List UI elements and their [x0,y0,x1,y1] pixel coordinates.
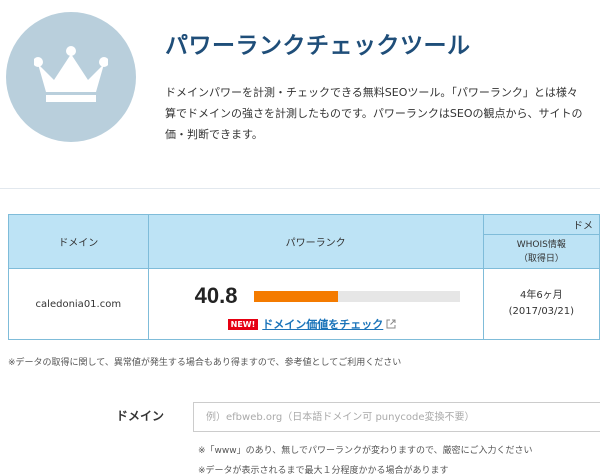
power-rank-table: ドメイン パワーランク ドメ WHOIS情報 （取得日） caledonia01… [8,214,600,340]
whois-header-sub: （取得日） [518,253,564,264]
col-header-whois: WHOIS情報 （取得日） [482,234,600,269]
display-time-note: ※データが表示されるまで最大１分程度かかる場合があります [198,466,449,476]
logo-circle [6,12,136,142]
page-description: ドメインパワーを計測・チェックできる無料SEOツール。「パワーランク」とは様々 … [165,82,600,145]
domain-label: ドメイン [116,409,165,423]
whois-cell: 4年6ヶ月 (2017/03/21) [482,268,600,340]
power-rank-cell: 40.8 NEW! ドメイン価値をチェック [147,268,484,340]
data-disclaimer-note: ※データの取得に関して、異常値が発生する場合もあり得ますので、参考値としてご利用… [8,358,402,368]
www-note: ※「www」のあり、無しでパワーランクが変わりますので、厳密にご入力ください [198,446,533,456]
hero-section: パワーランクチェックツール ドメインパワーを計測・チェックできる無料SEOツール… [0,0,600,190]
domain-input[interactable] [193,402,600,432]
description-line: 価・判断できます。 [165,128,263,141]
page-title: パワーランクチェックツール [165,33,471,59]
col-header-power-rank: パワーランク [147,214,484,269]
crown-icon [34,46,108,102]
col-header-domain-info: ドメ [482,214,600,235]
whois-age: 4年6ヶ月 [519,290,563,301]
description-line: ドメインパワーを計測・チェックできる無料SEOツール。「パワーランク」とは様々 [165,86,578,99]
power-rank-score: 40.8 [194,283,238,308]
domain-value-check: NEW! ドメイン価値をチェック [227,316,397,332]
new-badge: NEW! [227,319,259,330]
divider [0,188,600,189]
power-rank-bar-fill [253,291,338,302]
domain-cell: caledonia01.com [8,268,149,340]
power-rank-bar [253,291,460,302]
whois-date: (2017/03/21) [508,306,575,317]
whois-header-label: WHOIS情報 [516,239,566,250]
external-link-icon[interactable] [386,319,396,329]
description-line: 算でドメインの強さを計測したものです。パワーランクはSEOの観点から、サイトの [165,107,583,120]
col-header-domain: ドメイン [8,214,149,269]
domain-value-check-link[interactable]: ドメイン価値をチェック [262,318,383,331]
